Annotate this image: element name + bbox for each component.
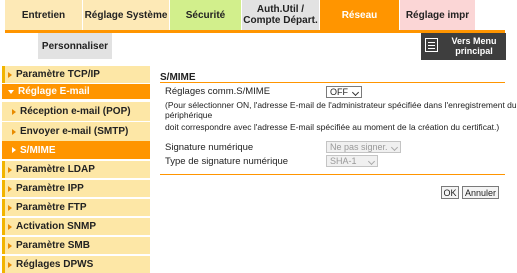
sidebar-item-label: Réglage E-mail xyxy=(18,86,90,97)
arrow-right-icon xyxy=(8,242,12,249)
section-divider xyxy=(160,82,505,83)
tab-entretien[interactable]: Entretien xyxy=(5,0,83,30)
sidebar-item-label: Réception e-mail (POP) xyxy=(20,106,131,117)
tab-label: Réglage Système xyxy=(84,9,168,21)
tab-label-line2: Compte Départ. xyxy=(243,15,318,26)
sidebar-item-label: Paramètre IPP xyxy=(16,183,84,194)
tab-label: Auth.Util / Compte Départ. xyxy=(243,4,317,26)
sidebar-item-label: Réglages DPWS xyxy=(16,259,94,270)
signature-label: Signature numérique xyxy=(165,142,254,153)
chevron-down-icon xyxy=(367,157,376,166)
sidebar-item-dpws[interactable]: Réglages DPWS xyxy=(2,256,150,273)
tab-label-line1: Auth.Util / xyxy=(256,4,305,15)
sidebar-item-label: Paramètre TCP/IP xyxy=(16,69,100,80)
tab-reseau[interactable]: Réseau xyxy=(320,0,400,30)
arrow-right-icon xyxy=(8,71,12,78)
arrow-right-icon xyxy=(8,223,12,230)
arrow-down-icon xyxy=(8,89,14,94)
sidebar-item-label: S/MIME xyxy=(20,144,56,156)
sidebar-item-label: Paramètre SMB xyxy=(16,240,90,251)
tab-securite[interactable]: Sécurité xyxy=(170,0,242,30)
sidebar-item-email-pop[interactable]: Réception e-mail (POP) xyxy=(2,102,150,121)
cancel-label: Annuler xyxy=(464,187,497,198)
arrow-right-icon xyxy=(12,147,16,153)
sidebar-item-tcpip[interactable]: Paramètre TCP/IP xyxy=(2,66,150,83)
sidebar-item-label: Paramètre LDAP xyxy=(16,164,95,175)
tab-label: Sécurité xyxy=(185,9,226,21)
signature-type-value: SHA-1 xyxy=(330,156,357,166)
ok-button[interactable]: OK xyxy=(441,186,459,199)
tab-reglage-impr[interactable]: Réglage impr xyxy=(400,0,476,30)
arrow-right-icon xyxy=(8,204,12,211)
arrow-right-icon xyxy=(8,166,12,173)
sidebar-item-label: Activation SNMP xyxy=(16,221,97,232)
arrow-right-icon xyxy=(12,128,16,135)
smime-comm-select[interactable]: OFF xyxy=(326,86,362,98)
tab-auth-util[interactable]: Auth.Util / Compte Départ. xyxy=(242,0,320,30)
ok-label: OK xyxy=(443,187,457,198)
tab-personnaliser[interactable]: Personnaliser xyxy=(38,33,112,59)
signature-type-select[interactable]: SHA-1 xyxy=(326,155,378,167)
chevron-down-icon xyxy=(390,143,399,152)
arrow-right-icon xyxy=(8,261,12,268)
sidebar-item-smb[interactable]: Paramètre SMB xyxy=(2,237,150,254)
tab-label: Personnaliser xyxy=(41,40,109,52)
arrow-right-icon xyxy=(12,108,16,115)
tab-reglage-systeme[interactable]: Réglage Système xyxy=(83,0,170,30)
sidebar-item-smime[interactable]: S/MIME xyxy=(2,141,150,159)
note-line-2: périphérique xyxy=(165,110,213,120)
sidebar-item-ftp[interactable]: Paramètre FTP xyxy=(2,199,150,216)
tab-label: Réseau xyxy=(341,9,378,21)
signature-value: Ne pas signer. xyxy=(330,142,388,152)
main-menu-button[interactable]: Vers Menu principal xyxy=(421,33,506,60)
cancel-button[interactable]: Annuler xyxy=(462,186,499,199)
menu-icon xyxy=(425,38,438,52)
main-menu-label-line2: principal xyxy=(455,46,493,56)
sidebar-item-label: Paramètre FTP xyxy=(16,202,87,213)
sidebar-item-email[interactable]: Réglage E-mail xyxy=(2,84,150,99)
tab-label: Réglage impr xyxy=(405,9,470,21)
sidebar-item-email-smtp[interactable]: Envoyer e-mail (SMTP) xyxy=(2,122,150,141)
main-menu-label-line1: Vers Menu xyxy=(451,36,497,46)
arrow-right-icon xyxy=(8,185,12,192)
chevron-down-icon xyxy=(351,88,360,97)
note-line-1: (Pour sélectionner ON, l'adresse E-mail … xyxy=(165,100,517,110)
main-menu-label: Vers Menu principal xyxy=(443,36,505,56)
section-divider-bottom xyxy=(160,174,505,175)
smime-comm-value: OFF xyxy=(330,87,348,97)
sidebar-item-ipp[interactable]: Paramètre IPP xyxy=(2,180,150,197)
tab-label: Entretien xyxy=(21,9,66,21)
note-line-3: doit correspondre avec l'adresse E-mail … xyxy=(165,122,500,132)
smime-comm-label: Réglages comm.S/MIME xyxy=(165,86,271,97)
signature-type-label: Type de signature numérique xyxy=(165,156,289,167)
sidebar-item-snmp[interactable]: Activation SNMP xyxy=(2,218,150,235)
sidebar-item-ldap[interactable]: Paramètre LDAP xyxy=(2,161,150,178)
sidebar-item-label: Envoyer e-mail (SMTP) xyxy=(20,126,129,137)
signature-select[interactable]: Ne pas signer. xyxy=(326,141,401,153)
